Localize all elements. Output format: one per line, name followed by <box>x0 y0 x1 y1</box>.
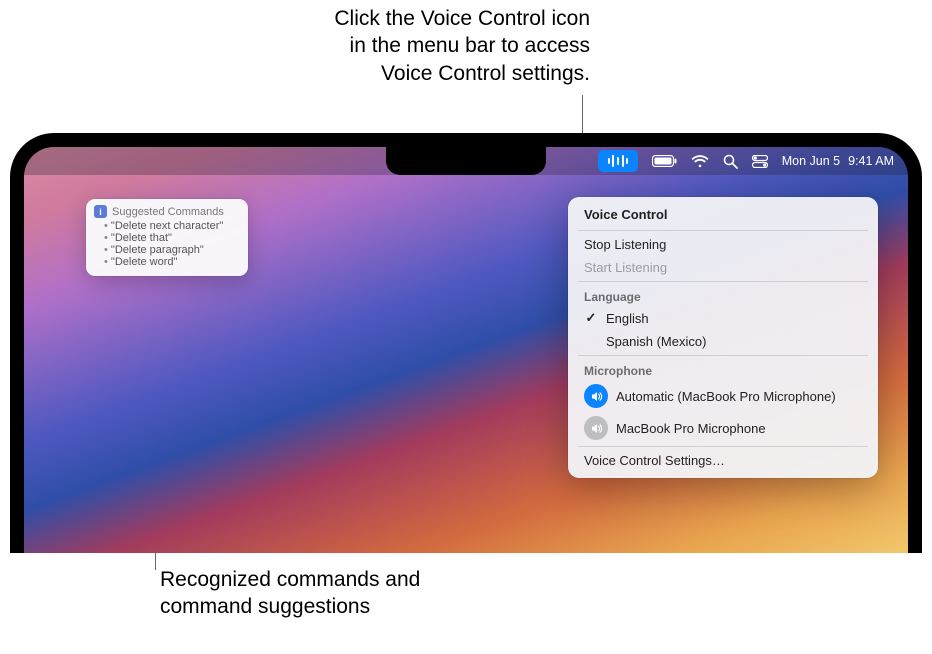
voice-control-settings-item[interactable]: Voice Control Settings… <box>574 449 872 472</box>
voice-control-menubar-icon[interactable] <box>598 150 638 172</box>
suggested-commands-list: "Delete next character" "Delete that" "D… <box>94 220 240 268</box>
menu-item-label: Voice Control Settings… <box>584 453 725 468</box>
suggested-command-item: "Delete that" <box>104 232 240 244</box>
menu-separator <box>578 355 868 356</box>
stop-listening-item[interactable]: Stop Listening <box>574 233 872 256</box>
menu-separator <box>578 446 868 447</box>
menu-item-label: MacBook Pro Microphone <box>616 421 766 436</box>
suggested-command-item: "Delete paragraph" <box>104 244 240 256</box>
microphone-option-automatic[interactable]: Automatic (MacBook Pro Microphone) <box>574 380 872 412</box>
start-listening-item: Start Listening <box>574 256 872 279</box>
menubar-time: 9:41 AM <box>848 154 894 168</box>
caption-bottom: Recognized commands and command suggesti… <box>160 566 420 621</box>
display-notch <box>386 147 546 175</box>
wifi-icon[interactable] <box>691 150 709 172</box>
info-icon: i <box>94 205 107 218</box>
microphone-section-label: Microphone <box>574 358 872 380</box>
laptop-frame: Mon Jun 5 9:41 AM i Suggested Commands "… <box>10 133 922 553</box>
menu-item-label: English <box>606 311 649 326</box>
menubar-clock[interactable]: Mon Jun 5 9:41 AM <box>782 150 894 172</box>
language-section-label: Language <box>574 284 872 306</box>
control-center-icon[interactable] <box>752 150 768 172</box>
language-option-spanish[interactable]: Spanish (Mexico) <box>574 330 872 353</box>
spotlight-search-icon[interactable] <box>723 150 738 172</box>
menu-item-label: Start Listening <box>584 260 667 275</box>
caption-top: Click the Voice Control icon in the menu… <box>0 5 590 87</box>
battery-icon[interactable] <box>652 150 677 172</box>
desktop-wallpaper: Mon Jun 5 9:41 AM i Suggested Commands "… <box>24 147 908 553</box>
speaker-icon <box>584 384 608 408</box>
menu-item-label: Automatic (MacBook Pro Microphone) <box>616 389 836 404</box>
menu-separator <box>578 230 868 231</box>
suggested-command-item: "Delete next character" <box>104 220 240 232</box>
microphone-option-builtin[interactable]: MacBook Pro Microphone <box>574 412 872 444</box>
menu-item-label: Spanish (Mexico) <box>606 334 706 349</box>
menu-separator <box>578 281 868 282</box>
suggested-command-item: "Delete word" <box>104 256 240 268</box>
voice-control-menu-title: Voice Control <box>574 203 872 228</box>
menu-item-label: Stop Listening <box>584 237 666 252</box>
suggested-commands-title: Suggested Commands <box>112 206 224 218</box>
speaker-icon <box>584 416 608 440</box>
voice-control-menu: Voice Control Stop Listening Start Liste… <box>568 197 878 478</box>
checkmark-icon: ✓ <box>584 310 598 326</box>
language-option-english[interactable]: ✓ English <box>574 306 872 330</box>
suggested-commands-panel: i Suggested Commands "Delete next charac… <box>86 199 248 276</box>
menubar-date: Mon Jun 5 <box>782 154 840 168</box>
